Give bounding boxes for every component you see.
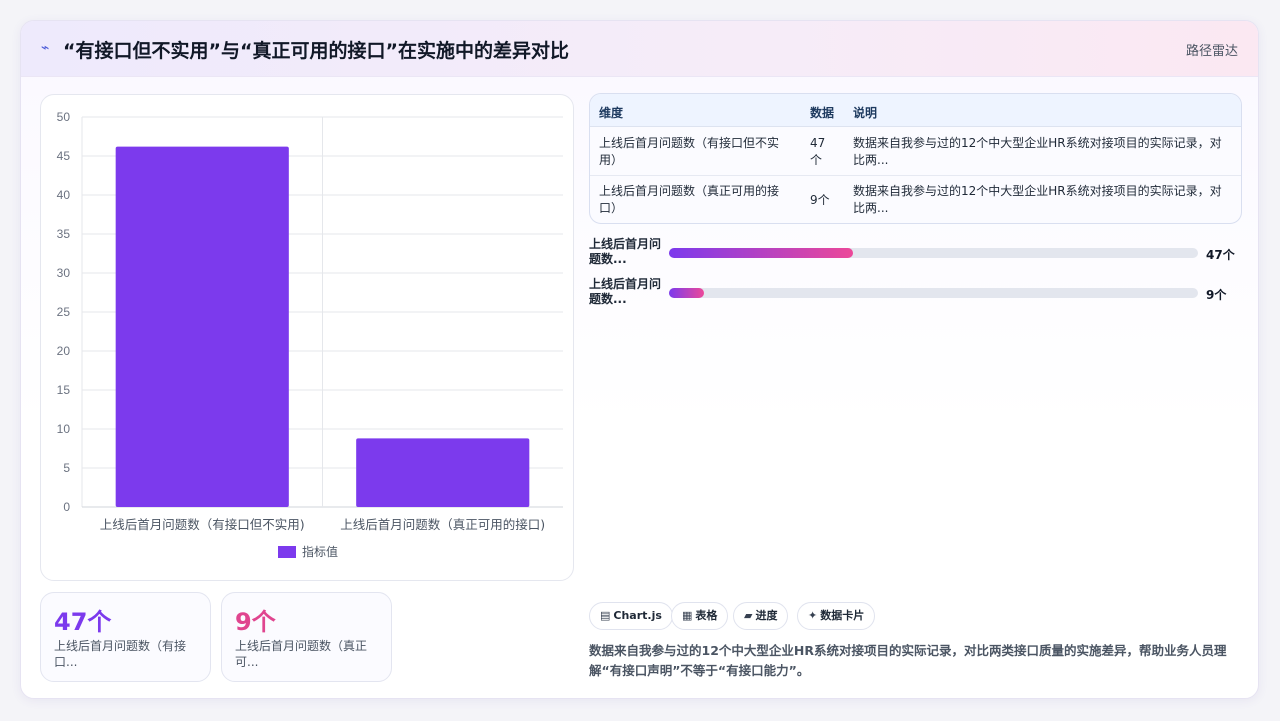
chart-icon: ▤ [600,609,611,622]
progress-track [669,288,1198,298]
description: 数据来自我参与过的12个中大型企业HR系统对接项目的实际记录，对比两类接口质量的… [589,643,1227,678]
x-tick-label: 上线后首月问题数（有接口但不实用) [100,517,305,532]
bar [115,146,289,507]
progress-fill [669,248,853,258]
data-table: 维度 数据 说明 上线后首月问题数（有接口但不实用） 47个 数据来自我参与过的… [589,93,1242,224]
y-tick-label: 35 [57,227,71,241]
pill-label: 表格 [695,609,718,622]
pulse-icon: ⌁ [41,40,50,56]
stat-label: 上线后首月问题数（有接口... [54,639,187,669]
progress-value: 9个 [1206,288,1227,302]
main-card: ⌁ “有接口但不实用”与“真正可用的接口”在实施中的差异对比 路径雷达 0 5 10… [20,20,1259,699]
y-tick-label: 25 [57,305,71,319]
page-title: “有接口但不实用”与“真正可用的接口”在实施中的差异对比 [63,40,569,62]
progress-label: 上线后首月问题数... [589,277,662,306]
progress-track [669,248,1198,258]
table-header: 维度 数据 说明 [590,94,1241,127]
y-tick-label: 15 [57,383,71,397]
legend-label: 指标值 [302,544,338,559]
progress-label: 上线后首月问题数... [589,237,662,266]
chart-svg: 0 5 10 15 20 25 30 35 40 45 50 上线后首月问题数（有接口但不实用) 上线后… [57,110,563,559]
legend-swatch [278,546,296,558]
column-header-value: 数据 [810,106,835,120]
table-icon: ▦ [682,609,693,622]
cell-value: 47个 [810,136,826,167]
cell-note: 数据来自我参与过的12个中大型企业HR系统对接项目的实际记录，对比两... [853,136,1222,167]
stat-value: 47个 [54,608,112,636]
y-tick-label: 20 [57,344,71,358]
y-tick-label: 45 [57,149,71,163]
header: ⌁ “有接口但不实用”与“真正可用的接口”在实施中的差异对比 路径雷达 [21,21,1258,77]
column-header-dimension: 维度 [599,106,624,120]
stat-card-2: 9个 上线后首月问题数（真正可... [221,592,392,682]
stat-value: 9个 [235,608,276,636]
pill-data-cards[interactable]: ✦ 数据卡片 [797,602,876,630]
table-row: 上线后首月问题数（有接口但不实用） 47个 数据来自我参与过的12个中大型企业H… [590,127,1241,176]
progress-icon: ▰ [744,609,753,622]
cell-dimension: 上线后首月问题数（真正可用的接口） [599,184,780,215]
sparkle-icon: ✦ [808,609,818,622]
stat-label: 上线后首月问题数（真正可... [235,639,368,669]
bar [356,438,530,507]
header-tag[interactable]: 路径雷达 [1186,40,1238,59]
progress-fill [669,288,704,298]
y-tick-label: 40 [57,188,71,202]
bar-chart: 0 5 10 15 20 25 30 35 40 45 50 上线后首月问题数（有接口但不实用) 上线后… [40,94,574,581]
pill-label: 数据卡片 [820,609,865,622]
table-row: 上线后首月问题数（真正可用的接口） 9个 数据来自我参与过的12个中大型企业HR… [590,176,1241,223]
y-tick-label: 30 [57,266,71,280]
cell-value: 9个 [810,193,830,207]
pill-table[interactable]: ▦ 表格 [671,602,729,630]
column-header-note: 说明 [853,106,878,120]
pill-chartjs[interactable]: ▤ Chart.js [589,602,673,630]
x-tick-label: 上线后首月问题数（真正可用的接口) [340,517,545,532]
progress-row: 上线后首月问题数... 9个 [589,277,1242,311]
y-tick-label: 50 [57,110,71,124]
y-tick-label: 10 [57,422,71,436]
y-tick-label: 5 [63,461,70,475]
progress-row: 上线后首月问题数... 47个 [589,237,1242,271]
stat-card-1: 47个 上线后首月问题数（有接口... [40,592,211,682]
progress-value: 47个 [1206,248,1235,262]
cell-note: 数据来自我参与过的12个中大型企业HR系统对接项目的实际记录，对比两... [853,184,1222,215]
pill-label: 进度 [755,609,778,622]
y-tick-label: 0 [63,500,70,514]
pill-label: Chart.js [613,609,662,622]
cell-dimension: 上线后首月问题数（有接口但不实用） [599,136,780,167]
pill-progress[interactable]: ▰ 进度 [733,602,789,630]
